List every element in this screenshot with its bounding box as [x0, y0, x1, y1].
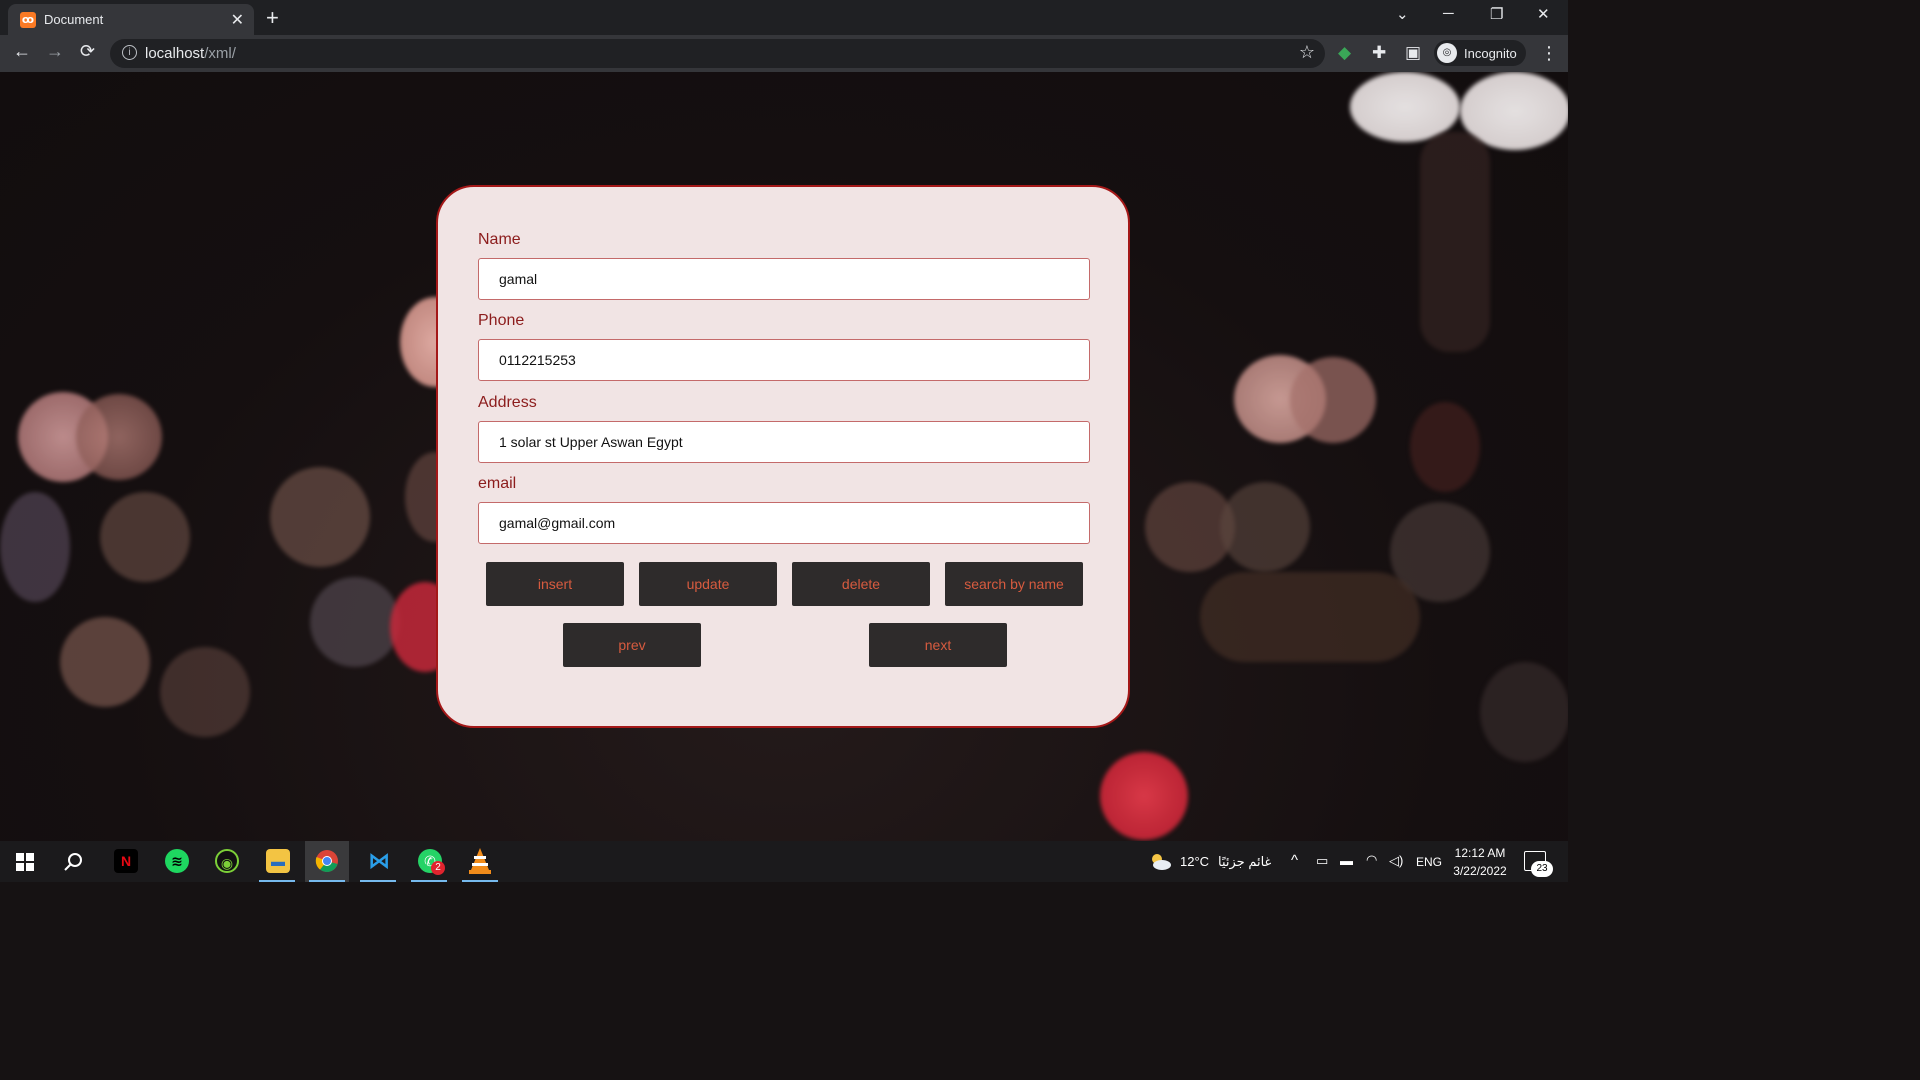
taskbar-vscode[interactable]: ⋈ [356, 841, 400, 882]
windows-logo-icon [16, 853, 34, 871]
vlc-cone-icon [469, 848, 491, 874]
spotify-icon: ≋ [165, 849, 189, 873]
bookmark-star-icon[interactable]: ☆ [1299, 42, 1315, 63]
bokeh-light [1100, 752, 1188, 840]
show-hidden-icons-chevron-icon[interactable]: ^ [1291, 852, 1298, 869]
extension-icon[interactable]: ◆ [1338, 43, 1351, 63]
update-button[interactable]: update [639, 562, 777, 606]
bokeh-light [1480, 662, 1568, 762]
browser-toolbar: ← → ⟳ i localhost/xml/ ☆ ◆ ✚ ▣ ◎ Incogni… [0, 35, 1568, 72]
name-input[interactable] [478, 258, 1090, 300]
weather-partly-cloudy-icon[interactable] [1148, 851, 1172, 871]
folder-icon: ▬ [266, 849, 290, 873]
address-input[interactable] [478, 421, 1090, 463]
phone-label: Phone [478, 312, 525, 329]
url-text: localhost/xml/ [145, 45, 236, 62]
browser-menu-icon[interactable]: ⋮ [1540, 43, 1558, 64]
incognito-profile-button[interactable]: ◎ Incognito [1434, 40, 1526, 66]
meet-now-icon[interactable]: ▭ [1316, 853, 1328, 869]
bokeh-light [1350, 72, 1460, 142]
running-indicator [360, 880, 396, 882]
insert-button[interactable]: insert [486, 562, 624, 606]
delete-button[interactable]: delete [792, 562, 930, 606]
running-indicator [309, 880, 345, 882]
email-input[interactable] [478, 502, 1090, 544]
bokeh-light [270, 467, 370, 567]
contact-form-card: Name Phone Address email insert update d… [436, 185, 1130, 728]
taskbar-netflix[interactable]: N [103, 841, 147, 882]
bokeh-light [1200, 572, 1420, 662]
notification-count-badge: 23 [1531, 861, 1553, 877]
weather-temperature[interactable]: 12°C [1180, 854, 1209, 869]
bokeh-light [1220, 482, 1310, 572]
tab-title: Document [44, 12, 104, 27]
name-label: Name [478, 231, 521, 248]
prev-button[interactable]: prev [563, 623, 701, 667]
ring-app-icon: ◉ [215, 849, 239, 873]
search-icon [64, 853, 82, 871]
bokeh-light [76, 394, 162, 480]
clock-date: 3/22/2022 [1453, 864, 1507, 878]
bokeh-light [160, 647, 250, 737]
start-button[interactable] [2, 841, 46, 882]
clock[interactable]: 12:12 AM 3/22/2022 [1447, 844, 1513, 880]
wifi-icon[interactable]: ◠ [1366, 852, 1377, 868]
running-indicator [411, 880, 447, 882]
bokeh-light [60, 617, 150, 707]
bokeh-light [1420, 132, 1490, 352]
phone-input[interactable] [478, 339, 1090, 381]
xampp-favicon-icon: ꝏ [20, 12, 36, 28]
language-indicator[interactable]: ENG [1416, 855, 1442, 869]
netflix-icon: N [114, 849, 138, 873]
address-bar[interactable]: i localhost/xml/ ☆ [110, 39, 1325, 68]
taskbar-search-button[interactable] [51, 841, 95, 882]
windows-taskbar: N ≋ ◉ ▬ ⋈ ✆ 2 12°C غائم جزئيًا ^ ▭ ▬ ◠ ◁… [0, 841, 1568, 882]
minimize-button[interactable]: ─ [1443, 5, 1454, 22]
taskbar-spotify[interactable]: ≋ [154, 841, 198, 882]
taskbar-app-ring[interactable]: ◉ [204, 841, 248, 882]
volume-icon[interactable]: ◁) [1389, 853, 1403, 869]
new-tab-button[interactable]: + [266, 5, 279, 31]
taskbar-chrome[interactable] [305, 841, 349, 882]
running-indicator [462, 880, 498, 882]
extensions-puzzle-icon[interactable]: ✚ [1372, 43, 1386, 63]
email-label: email [478, 475, 517, 492]
bokeh-light [100, 492, 190, 582]
bokeh-light [310, 577, 400, 667]
close-window-button[interactable]: ✕ [1537, 5, 1550, 23]
bokeh-light [0, 492, 70, 602]
search-by-name-button[interactable]: search by name [945, 562, 1083, 606]
tab-close-icon[interactable]: ✕ [231, 10, 244, 30]
tab-search-icon[interactable]: ⌄ [1396, 5, 1409, 23]
back-button[interactable]: ← [13, 41, 31, 62]
restore-button[interactable]: ❐ [1490, 5, 1503, 23]
vscode-icon: ⋈ [368, 848, 390, 873]
site-info-icon[interactable]: i [122, 45, 137, 60]
incognito-icon: ◎ [1437, 43, 1457, 63]
chrome-icon [315, 850, 338, 872]
incognito-label: Incognito [1464, 46, 1517, 61]
forward-button[interactable]: → [46, 41, 64, 62]
browser-tab-strip: ꝏ Document ✕ + ⌄ ─ ❐ ✕ [0, 0, 1568, 35]
browser-tab[interactable]: ꝏ Document ✕ [8, 4, 254, 35]
clock-time: 12:12 AM [1454, 846, 1506, 860]
address-label: Address [478, 394, 537, 411]
weather-description[interactable]: غائم جزئيًا [1218, 854, 1271, 870]
bokeh-light [1410, 402, 1480, 492]
page-background: Name Phone Address email insert update d… [0, 72, 1568, 841]
taskbar-whatsapp[interactable]: ✆ 2 [407, 841, 451, 882]
side-panel-icon[interactable]: ▣ [1405, 43, 1421, 63]
taskbar-vlc[interactable] [458, 841, 502, 882]
running-indicator [259, 880, 295, 882]
battery-icon[interactable]: ▬ [1340, 853, 1353, 868]
bokeh-light [1290, 357, 1376, 443]
whatsapp-badge: 2 [431, 861, 445, 875]
taskbar-file-explorer[interactable]: ▬ [255, 841, 299, 882]
reload-button[interactable]: ⟳ [80, 41, 95, 62]
next-button[interactable]: next [869, 623, 1007, 667]
